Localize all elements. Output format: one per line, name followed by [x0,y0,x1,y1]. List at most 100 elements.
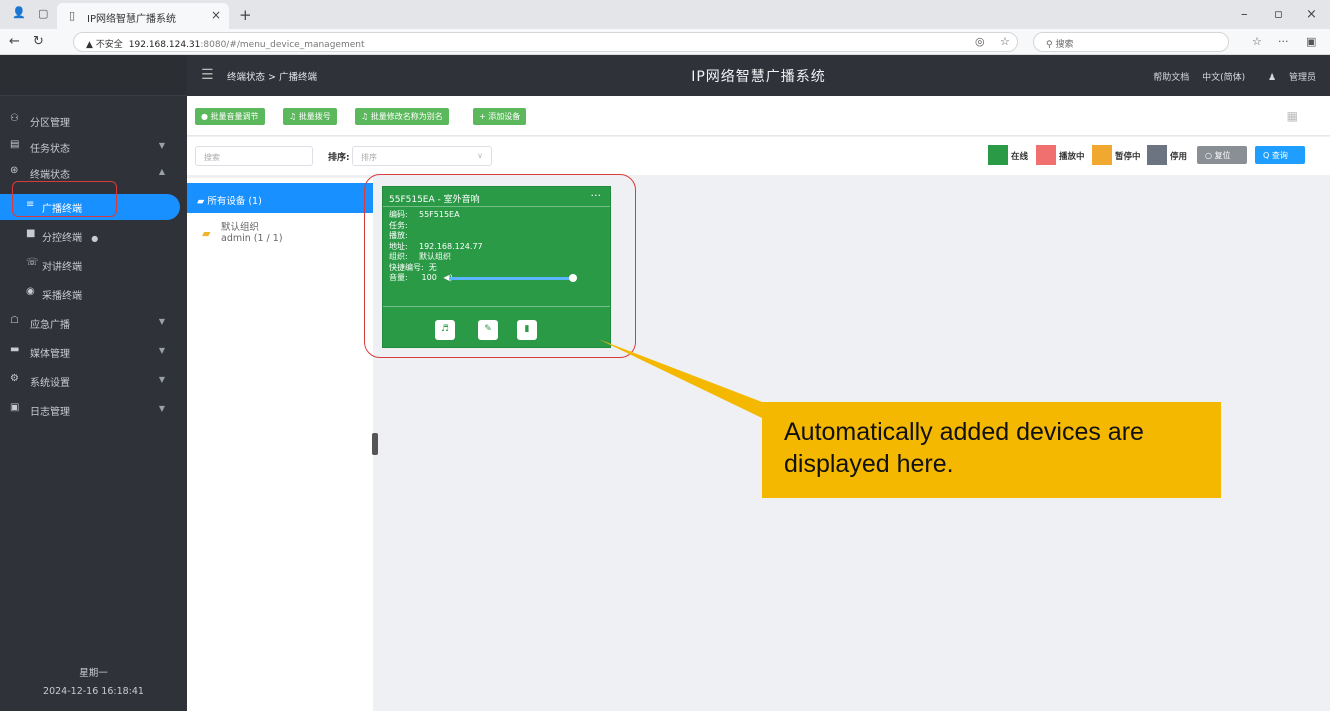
sort-placeholder: 排序 [361,153,377,162]
sidebar: ⚇ 分区管理 ▤ 任务状态 ▼ ⊛ 终端状态 ▲ ≡ 广播终端 ■ 分控终端 ●… [0,55,187,711]
filter-bar: 搜索 排序: 排序 ∨ 在线 播放中 暂停中 停用 ○ 复位 Q 查询 [187,137,1330,175]
alert-icon: ☖ [10,315,19,326]
more-menu-icon[interactable]: ··· [1278,35,1289,48]
sidebar-item-system-settings[interactable]: ⚙ 系统设置 ▼ [0,368,187,394]
grid-view-icon[interactable]: ▦ [1287,109,1298,123]
address-bar-row: ← ↻ ▲ 不安全 192.168.124.31:8080/#/menu_devi… [0,29,1330,55]
tab-close-icon[interactable]: × [211,8,221,22]
search-input[interactable]: 搜索 [195,146,313,166]
callout-box: Automatically added devices are displaye… [762,402,1221,498]
legend-swatch-paused [1092,145,1112,165]
sidebar-item-media-management[interactable]: ▬ 媒体管理 ▼ [0,339,187,365]
minimize-icon[interactable]: – [1241,7,1248,22]
favorite-star-icon[interactable]: ☆ [1000,35,1010,48]
profile-icon[interactable]: 👤 [12,6,26,19]
url-input[interactable]: ▲ 不安全 192.168.124.31:8080/#/menu_device_m… [73,32,1018,52]
legend-label-paused: 暂停中 [1115,152,1141,162]
legend-label-playing: 播放中 [1059,152,1085,162]
security-warning[interactable]: ▲ 不安全 [86,40,123,50]
dial-icon: ♫ [289,112,299,121]
new-tab-button[interactable]: + [239,6,252,24]
sidebar-item-label: 任务状态 [30,144,70,155]
user-icon: ♟ [1268,73,1279,83]
sidebar-item-label: 分控终端 [42,233,82,244]
record-icon: ◉ [26,286,35,297]
log-icon: ▣ [10,402,20,413]
reload-icon[interactable]: ↻ [33,34,44,49]
folder-icon: ▰ [202,227,211,240]
browser-tab-title: IP网络智慧广播系统 [87,14,176,25]
weekday-label: 星期一 [79,668,108,679]
sidebar-item-label: 系统设置 [30,378,70,389]
sidebar-brand [0,55,187,96]
tree-all-devices[interactable]: ▰ 所有设备 (1) [187,183,373,213]
chevron-down-icon: ▼ [158,404,165,413]
maximize-icon[interactable]: ▫ [1274,7,1283,22]
tree-all-devices-label: 所有设备 (1) [207,196,262,207]
legend-swatch-playing [1036,145,1056,165]
gear-icon: ⊛ [10,165,19,176]
top-bar: ☰ 终端状态 > 广播终端 IP网络智慧广播系统 帮助文档 中文(简体) ♟ 管… [187,55,1330,96]
sidebar-item-label: 对讲终端 [42,262,82,273]
batch-rename-label: 批量修改名称为别名 [370,112,443,121]
browser-tab[interactable]: ▯ IP网络智慧广播系统 × [57,3,229,29]
media-icon: ▬ [10,344,20,355]
batch-rename-button[interactable]: ♫ 批量修改名称为别名 [355,108,449,125]
device-tree-panel: ▰ 所有设备 (1) ▰ 默认组织 admin (1 / 1) [187,178,373,711]
sidebar-item-emergency-broadcast[interactable]: ☖ 应急广播 ▼ [0,310,187,336]
browser-search-placeholder: 搜索 [1055,40,1074,50]
list-icon: ▤ [10,139,20,150]
tab-actions-icon[interactable]: ▢ [38,7,48,20]
intercom-icon: ☏ [26,257,39,268]
legend-label-disabled: 停用 [1170,152,1188,162]
sidebar-item-task-status[interactable]: ▤ 任务状态 ▼ [0,134,187,160]
query-button[interactable]: Q 查询 [1255,146,1305,164]
link-icon: ⚇ [10,113,19,124]
language-selector[interactable]: 中文(简体) [1202,73,1245,83]
back-icon[interactable]: ← [9,34,20,49]
batch-dial-label: 批量拨号 [298,112,331,121]
batch-volume-button[interactable]: ● 批量音量调节 [195,108,265,125]
sidebar-clock: 星期一 2024-12-16 16:18:41 [0,665,187,701]
url-path: :8080/#/menu_device_management [200,40,365,50]
chevron-down-icon: ▼ [158,141,165,150]
batch-volume-label: 批量音量调节 [210,112,259,121]
close-window-icon[interactable]: × [1306,7,1317,22]
sidebar-item-zone-management[interactable]: ⚇ 分区管理 [0,108,187,134]
legend-swatch-online [988,145,1008,165]
tree-group-default[interactable]: ▰ 默认组织 admin (1 / 1) [202,222,283,244]
sidebar-toggle-icon[interactable]: ▣ [1306,35,1316,48]
info-icon: ● [91,234,99,243]
sidebar-item-log-management[interactable]: ▣ 日志管理 ▼ [0,397,187,423]
chevron-down-icon: ▼ [158,375,165,384]
panel-collapse-handle[interactable] [372,433,378,455]
action-toolbar: ● 批量音量调节 ♫ 批量拨号 ♫ 批量修改名称为别名 + 添加设备 ▦ [187,96,1330,136]
tree-group-detail: admin (1 / 1) [221,233,283,244]
volume-icon: ● [201,112,211,121]
legend-label-online: 在线 [1011,152,1029,162]
datetime-label: 2024-12-16 16:18:41 [43,686,144,697]
folder-open-icon: ▰ [197,196,208,207]
legend-swatch-disabled [1147,145,1167,165]
sort-select[interactable]: 排序 ∨ [352,146,492,166]
sidebar-item-sub-control-terminal[interactable]: ■ 分控终端 ● [0,223,187,249]
user-menu[interactable]: ♟ 管理员 [1258,73,1316,83]
sidebar-item-label: 应急广播 [30,320,70,331]
user-name: 管理员 [1288,73,1316,83]
collections-icon[interactable]: ☆ [1252,35,1262,48]
help-docs-link[interactable]: 帮助文档 [1153,73,1189,83]
batch-dial-button[interactable]: ♫ 批量拨号 [283,108,337,125]
add-device-button[interactable]: + 添加设备 [473,108,527,125]
sidebar-item-label: 分区管理 [30,118,70,129]
reset-button[interactable]: ○ 复位 [1197,146,1247,164]
sidebar-item-intercom-terminal[interactable]: ☏ 对讲终端 [0,252,187,278]
chevron-down-icon: ▼ [158,317,165,326]
browser-search-input[interactable]: ⚲ 搜索 [1033,32,1229,52]
sidebar-item-label: 终端状态 [30,170,70,181]
sidebar-item-capture-terminal[interactable]: ◉ 采播终端 [0,281,187,307]
sidebar-item-label: 采播终端 [42,291,82,302]
highlight-ring-sidebar [12,181,117,217]
settings-icon: ⚙ [10,373,19,384]
read-mode-icon[interactable]: ◎ [975,35,985,48]
sidebar-item-label: 日志管理 [30,407,70,418]
